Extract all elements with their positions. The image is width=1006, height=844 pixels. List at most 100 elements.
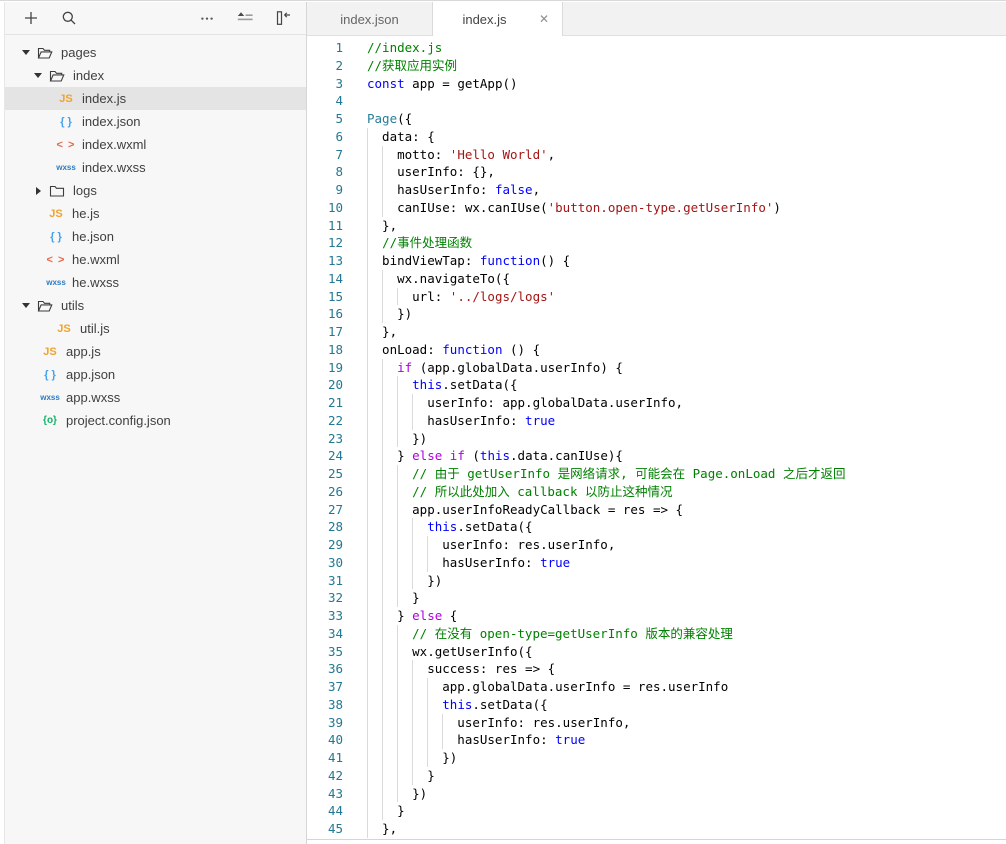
tree-folder-pages[interactable]: pages — [5, 41, 306, 64]
tab-index.json[interactable]: index.json — [307, 2, 432, 36]
line-number[interactable]: 33 — [307, 607, 343, 625]
line-number[interactable]: 12 — [307, 234, 343, 252]
chevron-down-icon[interactable] — [21, 50, 31, 55]
code-line[interactable]: 2//获取应用实例 — [307, 57, 1006, 75]
code-line[interactable]: 31 }) — [307, 572, 1006, 590]
code-line[interactable]: 24 } else if (this.data.canIUse){ — [307, 447, 1006, 465]
line-number[interactable]: 21 — [307, 394, 343, 412]
line-number[interactable]: 35 — [307, 643, 343, 661]
tree-file-index.wxml[interactable]: < >index.wxml — [5, 133, 306, 156]
tree-file-app.json[interactable]: { }app.json — [5, 363, 306, 386]
line-number[interactable]: 34 — [307, 625, 343, 643]
line-number[interactable]: 37 — [307, 678, 343, 696]
tree-folder-index[interactable]: index — [5, 64, 306, 87]
line-number[interactable]: 8 — [307, 163, 343, 181]
line-number[interactable]: 28 — [307, 518, 343, 536]
line-number[interactable]: 24 — [307, 447, 343, 465]
line-number[interactable]: 44 — [307, 802, 343, 820]
code-line[interactable]: 6 data: { — [307, 128, 1006, 146]
line-number[interactable]: 23 — [307, 430, 343, 448]
code-line[interactable]: 33 } else { — [307, 607, 1006, 625]
code-line[interactable]: 39 userInfo: res.userInfo, — [307, 714, 1006, 732]
code-line[interactable]: 9 hasUserInfo: false, — [307, 181, 1006, 199]
more-options-button[interactable] — [199, 10, 215, 26]
line-number[interactable]: 38 — [307, 696, 343, 714]
tree-file-index.js[interactable]: JSindex.js — [5, 87, 306, 110]
line-number[interactable]: 30 — [307, 554, 343, 572]
sort-files-button[interactable] — [237, 10, 253, 26]
line-number[interactable]: 20 — [307, 376, 343, 394]
collapse-panel-button[interactable] — [275, 10, 291, 26]
code-line[interactable]: 28 this.setData({ — [307, 518, 1006, 536]
search-button[interactable] — [61, 10, 77, 26]
line-number[interactable]: 17 — [307, 323, 343, 341]
code-line[interactable]: 13 bindViewTap: function() { — [307, 252, 1006, 270]
line-number[interactable]: 42 — [307, 767, 343, 785]
code-line[interactable]: 3const app = getApp() — [307, 75, 1006, 93]
code-line[interactable]: 25 // 由于 getUserInfo 是网络请求, 可能会在 Page.on… — [307, 465, 1006, 483]
line-number[interactable]: 22 — [307, 412, 343, 430]
tree-file-project.config.json[interactable]: {o}project.config.json — [5, 409, 306, 432]
line-number[interactable]: 13 — [307, 252, 343, 270]
code-line[interactable]: 1//index.js — [307, 39, 1006, 57]
code-line[interactable]: 41 }) — [307, 749, 1006, 767]
line-number[interactable]: 40 — [307, 731, 343, 749]
line-number[interactable]: 5 — [307, 110, 343, 128]
tree-file-app.wxss[interactable]: wxssapp.wxss — [5, 386, 306, 409]
line-number[interactable]: 18 — [307, 341, 343, 359]
line-number[interactable]: 10 — [307, 199, 343, 217]
code-line[interactable]: 40 hasUserInfo: true — [307, 731, 1006, 749]
code-line[interactable]: 29 userInfo: res.userInfo, — [307, 536, 1006, 554]
code-line[interactable]: 42 } — [307, 767, 1006, 785]
tree-file-index.json[interactable]: { }index.json — [5, 110, 306, 133]
code-line[interactable]: 10 canIUse: wx.canIUse('button.open-type… — [307, 199, 1006, 217]
line-number[interactable]: 15 — [307, 288, 343, 306]
line-number[interactable]: 9 — [307, 181, 343, 199]
code-line[interactable]: 12 //事件处理函数 — [307, 234, 1006, 252]
line-number[interactable]: 26 — [307, 483, 343, 501]
code-line[interactable]: 14 wx.navigateTo({ — [307, 270, 1006, 288]
code-line[interactable]: 30 hasUserInfo: true — [307, 554, 1006, 572]
chevron-down-icon[interactable] — [33, 73, 43, 78]
chevron-right-icon[interactable] — [33, 187, 43, 195]
tab-index.js[interactable]: index.js✕ — [432, 2, 563, 36]
line-number[interactable]: 19 — [307, 359, 343, 377]
line-number[interactable]: 4 — [307, 92, 343, 110]
line-number[interactable]: 1 — [307, 39, 343, 57]
tree-file-he.wxss[interactable]: wxsshe.wxss — [5, 271, 306, 294]
line-number[interactable]: 25 — [307, 465, 343, 483]
code-line[interactable]: 7 motto: 'Hello World', — [307, 146, 1006, 164]
chevron-down-icon[interactable] — [21, 303, 31, 308]
line-number[interactable]: 14 — [307, 270, 343, 288]
tree-folder-logs[interactable]: logs — [5, 179, 306, 202]
code-editor[interactable]: 1//index.js2//获取应用实例3const app = getApp(… — [307, 36, 1006, 844]
code-line[interactable]: 36 success: res => { — [307, 660, 1006, 678]
code-line[interactable]: 8 userInfo: {}, — [307, 163, 1006, 181]
line-number[interactable]: 11 — [307, 217, 343, 235]
line-number[interactable]: 45 — [307, 820, 343, 838]
line-number[interactable]: 29 — [307, 536, 343, 554]
code-line[interactable]: 45 }, — [307, 820, 1006, 838]
tree-file-app.js[interactable]: JSapp.js — [5, 340, 306, 363]
line-number[interactable]: 27 — [307, 501, 343, 519]
code-line[interactable]: 18 onLoad: function () { — [307, 341, 1006, 359]
code-line[interactable]: 43 }) — [307, 785, 1006, 803]
code-line[interactable]: 37 app.globalData.userInfo = res.userInf… — [307, 678, 1006, 696]
code-line[interactable]: 11 }, — [307, 217, 1006, 235]
line-number[interactable]: 31 — [307, 572, 343, 590]
line-number[interactable]: 7 — [307, 146, 343, 164]
tree-folder-utils[interactable]: utils — [5, 294, 306, 317]
code-line[interactable]: 15 url: '../logs/logs' — [307, 288, 1006, 306]
code-line[interactable]: 35 wx.getUserInfo({ — [307, 643, 1006, 661]
code-line[interactable]: 20 this.setData({ — [307, 376, 1006, 394]
code-line[interactable]: 27 app.userInfoReadyCallback = res => { — [307, 501, 1006, 519]
code-line[interactable]: 4 — [307, 92, 1006, 110]
tree-file-index.wxss[interactable]: wxssindex.wxss — [5, 156, 306, 179]
line-number[interactable]: 6 — [307, 128, 343, 146]
line-number[interactable]: 41 — [307, 749, 343, 767]
code-line[interactable]: 38 this.setData({ — [307, 696, 1006, 714]
tab-close-icon[interactable]: ✕ — [536, 11, 552, 27]
code-line[interactable]: 32 } — [307, 589, 1006, 607]
code-line[interactable]: 16 }) — [307, 305, 1006, 323]
tree-file-he.wxml[interactable]: < >he.wxml — [5, 248, 306, 271]
